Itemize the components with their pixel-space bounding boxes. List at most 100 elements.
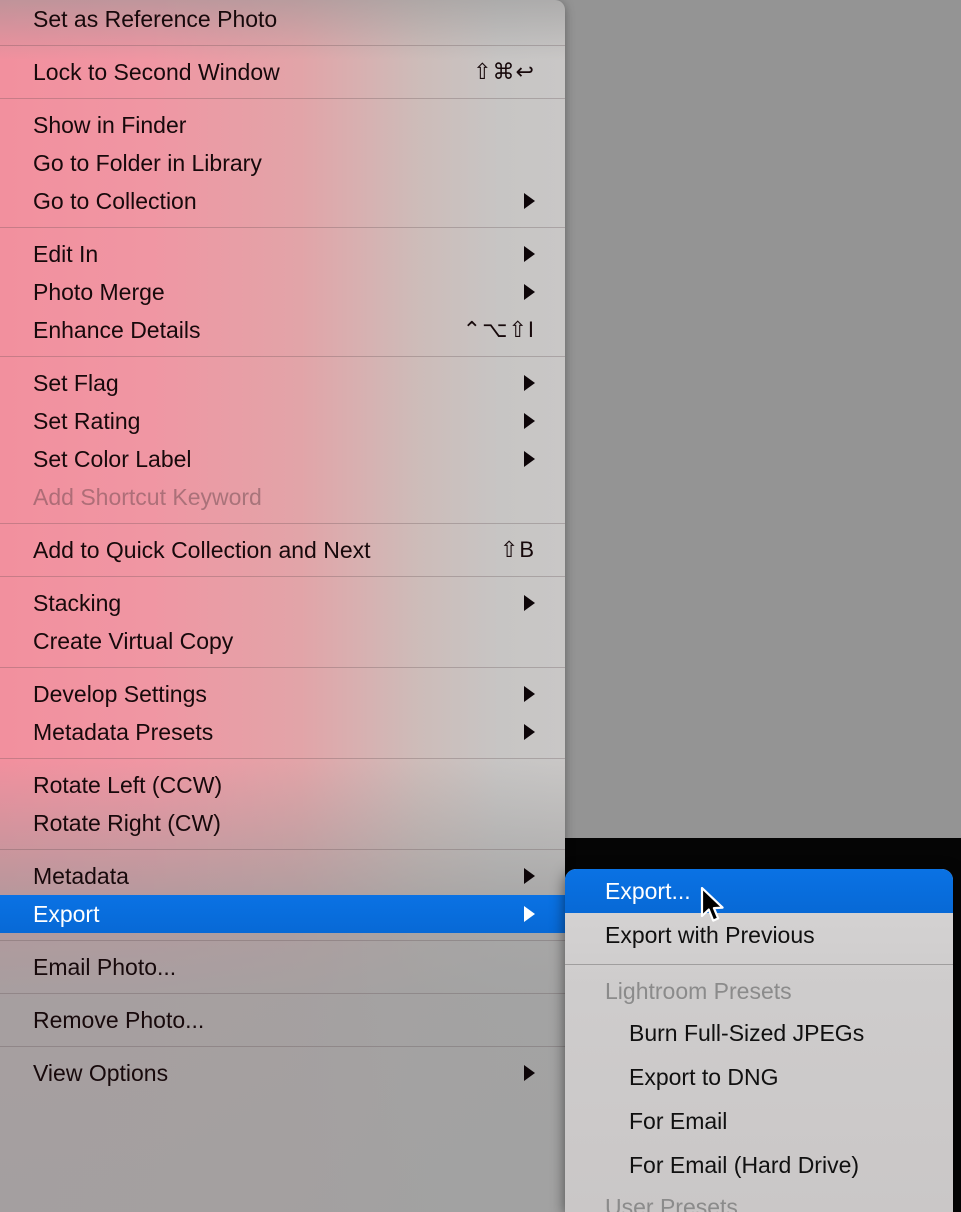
menu-separator-spacer (0, 933, 565, 940)
menu-item-add-to-quick-collection-and-next[interactable]: Add to Quick Collection and Next ⇧B (0, 531, 565, 569)
submenu-arrow-icon (524, 451, 535, 467)
menu-item-label: Rotate Right (CW) (33, 809, 221, 836)
menu-item-create-virtual-copy[interactable]: Create Virtual Copy (0, 622, 565, 660)
menu-item-metadata-presets[interactable]: Metadata Presets (0, 713, 565, 751)
submenu-item-for-email[interactable]: For Email (565, 1099, 953, 1143)
menu-item-go-to-folder-in-library[interactable]: Go to Folder in Library (0, 144, 565, 182)
menu-item-set-rating[interactable]: Set Rating (0, 402, 565, 440)
screen: Set as Reference Photo Lock to Second Win… (0, 0, 961, 1212)
menu-item-export[interactable]: Export (0, 895, 565, 933)
menu-item-label: Set Rating (33, 407, 141, 434)
menu-item-label: Edit In (33, 240, 99, 267)
submenu-item-lightroom-presets: Lightroom Presets (605, 977, 792, 1004)
submenu-item-export-with-previous[interactable]: Export with Previous (565, 913, 953, 957)
menu-item-view-options[interactable]: View Options (0, 1054, 565, 1092)
menu-item-label: Email Photo... (33, 953, 177, 980)
submenu-separator (565, 964, 953, 965)
menu-item-label: Photo Merge (33, 278, 165, 305)
menu-item-stacking[interactable]: Stacking (0, 584, 565, 622)
menu-separator-spacer (0, 516, 565, 523)
menu-item-set-as-reference-photo[interactable]: Set as Reference Photo (0, 0, 565, 38)
menu-item-label: Stacking (33, 589, 122, 616)
submenu-arrow-icon (524, 868, 535, 884)
menu-item-label: Go to Folder in Library (33, 149, 262, 176)
menu-item-lock-to-second-window[interactable]: Lock to Second Window ⇧⌘↩ (0, 53, 565, 91)
submenu-item-export-to-dng[interactable]: Export to DNG (565, 1055, 953, 1099)
menu-item-label: Lock to Second Window (33, 58, 280, 85)
menu-item-enhance-details[interactable]: Enhance Details ⌃⌥⇧I (0, 311, 565, 349)
submenu-arrow-icon (524, 284, 535, 300)
menu-separator-spacer (0, 220, 565, 227)
menu-separator-spacer (0, 38, 565, 45)
menu-item-edit-in[interactable]: Edit In (0, 235, 565, 273)
menu-separator-spacer (0, 660, 565, 667)
submenu-arrow-icon (524, 193, 535, 209)
menu-item-label: Set Color Label (33, 445, 192, 472)
menu-group: Stacking Create Virtual Copy (0, 584, 565, 660)
menu-item-email-photo[interactable]: Email Photo... (0, 948, 565, 986)
menu-item-set-color-label[interactable]: Set Color Label (0, 440, 565, 478)
submenu-item-export[interactable]: Export... (565, 869, 953, 913)
submenu-item-for-email-hard-drive[interactable]: For Email (Hard Drive) (565, 1143, 953, 1187)
menu-item-label: Add to Quick Collection and Next (33, 536, 371, 563)
menu-group: Set as Reference Photo (0, 0, 565, 38)
menu-separator-spacer (0, 357, 565, 364)
submenu-item-burn-full-sized-jpegs[interactable]: Burn Full-Sized JPEGs (565, 1011, 953, 1055)
menu-item-go-to-collection[interactable]: Go to Collection (0, 182, 565, 220)
photo-context-menu[interactable]: Set as Reference Photo Lock to Second Win… (0, 0, 565, 1212)
menu-separator-spacer (0, 759, 565, 766)
menu-separator-spacer (0, 569, 565, 576)
menu-separator-spacer (0, 577, 565, 584)
menu-separator-spacer (0, 91, 565, 98)
menu-item-label: Add Shortcut Keyword (33, 483, 262, 510)
menu-group: Add to Quick Collection and Next ⇧B (0, 531, 565, 569)
menu-separator-spacer (0, 1047, 565, 1054)
menu-item-shortcut: ⇧⌘↩ (473, 59, 535, 84)
menu-group: Develop Settings Metadata Presets (0, 675, 565, 751)
menu-separator-spacer (0, 850, 565, 857)
export-submenu[interactable]: Export... Export with Previous Lightroom P… (565, 869, 953, 1212)
menu-item-shortcut: ⌃⌥⇧I (462, 317, 535, 342)
menu-item-label: Export (33, 900, 100, 927)
menu-separator-spacer (0, 99, 565, 106)
menu-item-add-shortcut-keyword: Add Shortcut Keyword (0, 478, 565, 516)
submenu-arrow-icon (524, 595, 535, 611)
submenu-arrow-icon (524, 1065, 535, 1081)
menu-separator-spacer (0, 751, 565, 758)
menu-item-rotate-left-ccw[interactable]: Rotate Left (CCW) (0, 766, 565, 804)
menu-group: Rotate Left (CCW) Rotate Right (CW) (0, 766, 565, 842)
menu-item-remove-photo[interactable]: Remove Photo... (0, 1001, 565, 1039)
menu-item-label: Remove Photo... (33, 1006, 205, 1033)
menu-group: Email Photo... (0, 948, 565, 986)
submenu-item-user-presets: User Presets (605, 1193, 738, 1212)
menu-item-set-flag[interactable]: Set Flag (0, 364, 565, 402)
menu-separator-spacer (0, 1039, 565, 1046)
menu-group: View Options (0, 1054, 565, 1092)
menu-item-develop-settings[interactable]: Develop Settings (0, 675, 565, 713)
menu-group: Remove Photo... (0, 1001, 565, 1039)
menu-separator-spacer (0, 994, 565, 1001)
menu-item-label: Metadata Presets (33, 718, 214, 745)
menu-item-label: Metadata (33, 862, 129, 889)
menu-item-label: Show in Finder (33, 111, 187, 138)
menu-item-show-in-finder[interactable]: Show in Finder (0, 106, 565, 144)
menu-separator-spacer (0, 349, 565, 356)
submenu-arrow-icon (524, 246, 535, 262)
menu-item-label: Set Flag (33, 369, 119, 396)
submenu-arrow-icon (524, 724, 535, 740)
menu-item-label: Go to Collection (33, 187, 197, 214)
menu-item-photo-merge[interactable]: Photo Merge (0, 273, 565, 311)
menu-group: Lock to Second Window ⇧⌘↩ (0, 53, 565, 91)
menu-item-label: Enhance Details (33, 316, 201, 343)
menu-separator-spacer (0, 668, 565, 675)
menu-separator-spacer (0, 228, 565, 235)
menu-item-metadata[interactable]: Metadata (0, 857, 565, 895)
submenu-arrow-icon (524, 686, 535, 702)
menu-separator-spacer (0, 46, 565, 53)
menu-item-label: Rotate Left (CCW) (33, 771, 223, 798)
menu-item-shortcut: ⇧B (499, 537, 535, 562)
submenu-arrow-icon (524, 413, 535, 429)
menu-group: Metadata Export (0, 857, 565, 933)
menu-item-label: View Options (33, 1059, 169, 1086)
menu-item-rotate-right-cw[interactable]: Rotate Right (CW) (0, 804, 565, 842)
